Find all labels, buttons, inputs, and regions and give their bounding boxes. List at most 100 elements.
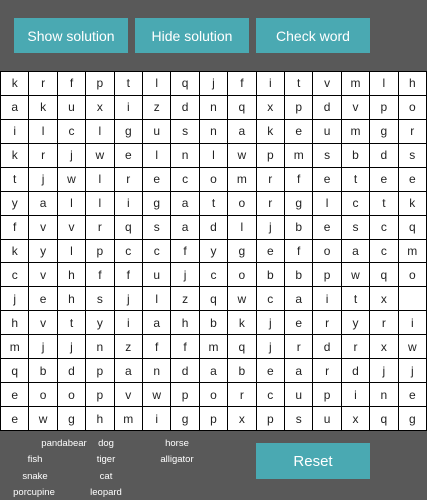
- grid-cell[interactable]: l: [142, 143, 171, 167]
- grid-cell[interactable]: v: [313, 72, 341, 95]
- show-solution-button[interactable]: Show solution: [14, 18, 128, 53]
- grid-cell[interactable]: u: [313, 407, 341, 430]
- grid-cell[interactable]: a: [199, 359, 228, 383]
- grid-cell[interactable]: m: [228, 167, 256, 191]
- grid-cell[interactable]: t: [370, 191, 398, 215]
- grid-cell[interactable]: p: [86, 383, 114, 407]
- grid-cell[interactable]: l: [199, 143, 228, 167]
- grid-cell[interactable]: s: [86, 287, 114, 311]
- grid-cell[interactable]: k: [228, 311, 256, 335]
- grid-cell[interactable]: a: [29, 191, 57, 215]
- grid-cell[interactable]: m: [341, 72, 370, 95]
- grid-cell[interactable]: e: [313, 215, 341, 239]
- check-word-button[interactable]: Check word: [256, 18, 370, 53]
- grid-cell[interactable]: e: [313, 167, 341, 191]
- grid-cell[interactable]: n: [171, 143, 199, 167]
- grid-cell[interactable]: p: [256, 407, 284, 430]
- grid-cell[interactable]: p: [313, 263, 341, 287]
- grid-cell[interactable]: b: [284, 215, 313, 239]
- grid-cell[interactable]: o: [57, 383, 86, 407]
- grid-cell[interactable]: s: [142, 215, 171, 239]
- grid-cell[interactable]: r: [29, 72, 57, 95]
- grid-cell[interactable]: r: [114, 167, 142, 191]
- grid-cell[interactable]: f: [171, 335, 199, 359]
- grid-cell[interactable]: n: [199, 119, 228, 143]
- grid-cell[interactable]: s: [284, 407, 313, 430]
- grid-cell[interactable]: l: [86, 191, 114, 215]
- grid-cell[interactable]: r: [29, 143, 57, 167]
- grid-cell[interactable]: b: [199, 311, 228, 335]
- grid-cell[interactable]: w: [86, 143, 114, 167]
- grid-cell[interactable]: p: [86, 72, 114, 95]
- grid-cell[interactable]: d: [171, 359, 199, 383]
- grid-cell[interactable]: h: [57, 287, 86, 311]
- grid-cell[interactable]: g: [114, 119, 142, 143]
- grid-cell[interactable]: t: [57, 311, 86, 335]
- grid-cell[interactable]: e: [256, 359, 284, 383]
- grid-cell[interactable]: d: [341, 359, 370, 383]
- grid-cell[interactable]: v: [57, 215, 86, 239]
- grid-cell[interactable]: o: [313, 239, 341, 263]
- grid-cell[interactable]: m: [114, 407, 142, 430]
- grid-cell[interactable]: g: [284, 191, 313, 215]
- grid-cell[interactable]: e: [1, 407, 29, 430]
- grid-cell[interactable]: o: [398, 95, 426, 119]
- grid-cell[interactable]: m: [284, 143, 313, 167]
- grid-cell[interactable]: d: [57, 359, 86, 383]
- grid-cell[interactable]: c: [256, 287, 284, 311]
- grid-cell[interactable]: g: [398, 407, 426, 430]
- grid-cell[interactable]: l: [86, 167, 114, 191]
- grid-cell[interactable]: x: [341, 407, 370, 430]
- grid-cell[interactable]: f: [57, 72, 86, 95]
- grid-cell[interactable]: r: [313, 311, 341, 335]
- grid-cell[interactable]: h: [171, 311, 199, 335]
- grid-cell[interactable]: x: [86, 95, 114, 119]
- grid-cell[interactable]: c: [1, 263, 29, 287]
- grid-cell[interactable]: a: [1, 95, 29, 119]
- grid-cell[interactable]: j: [1, 287, 29, 311]
- grid-cell[interactable]: k: [398, 191, 426, 215]
- grid-cell[interactable]: m: [341, 119, 370, 143]
- grid-cell[interactable]: c: [370, 239, 398, 263]
- grid-cell[interactable]: v: [29, 311, 57, 335]
- grid-cell[interactable]: d: [313, 335, 341, 359]
- grid-cell[interactable]: e: [29, 287, 57, 311]
- grid-cell[interactable]: o: [228, 191, 256, 215]
- grid-cell[interactable]: n: [199, 95, 228, 119]
- grid-cell[interactable]: p: [86, 239, 114, 263]
- grid-cell[interactable]: p: [199, 407, 228, 430]
- grid-cell[interactable]: y: [29, 239, 57, 263]
- grid-cell[interactable]: i: [313, 287, 341, 311]
- grid-cell[interactable]: j: [370, 359, 398, 383]
- grid-cell[interactable]: b: [256, 263, 284, 287]
- grid-cell[interactable]: a: [284, 287, 313, 311]
- grid-cell[interactable]: p: [284, 95, 313, 119]
- grid-cell[interactable]: u: [142, 263, 171, 287]
- grid-cell[interactable]: h: [398, 72, 426, 95]
- grid-cell[interactable]: o: [199, 383, 228, 407]
- grid-cell[interactable]: b: [284, 263, 313, 287]
- grid-cell[interactable]: d: [370, 143, 398, 167]
- grid-cell[interactable]: r: [228, 383, 256, 407]
- grid-cell[interactable]: l: [142, 287, 171, 311]
- grid-cell[interactable]: q: [171, 72, 199, 95]
- grid-cell[interactable]: g: [171, 407, 199, 430]
- grid-cell[interactable]: a: [171, 215, 199, 239]
- grid-cell[interactable]: f: [228, 72, 256, 95]
- grid-cell[interactable]: j: [398, 359, 426, 383]
- grid-cell[interactable]: a: [341, 239, 370, 263]
- grid-cell[interactable]: f: [284, 239, 313, 263]
- grid-cell[interactable]: u: [313, 119, 341, 143]
- grid-cell[interactable]: z: [114, 335, 142, 359]
- grid-cell[interactable]: r: [341, 335, 370, 359]
- grid-cell[interactable]: b: [341, 143, 370, 167]
- grid-cell[interactable]: v: [114, 383, 142, 407]
- grid-cell[interactable]: x: [228, 407, 256, 430]
- grid-cell[interactable]: l: [142, 72, 171, 95]
- hide-solution-button[interactable]: Hide solution: [135, 18, 249, 53]
- grid-cell[interactable]: v: [341, 95, 370, 119]
- grid-cell[interactable]: y: [1, 191, 29, 215]
- grid-cell[interactable]: j: [114, 287, 142, 311]
- grid-cell[interactable]: i: [1, 119, 29, 143]
- grid-cell[interactable]: n: [86, 335, 114, 359]
